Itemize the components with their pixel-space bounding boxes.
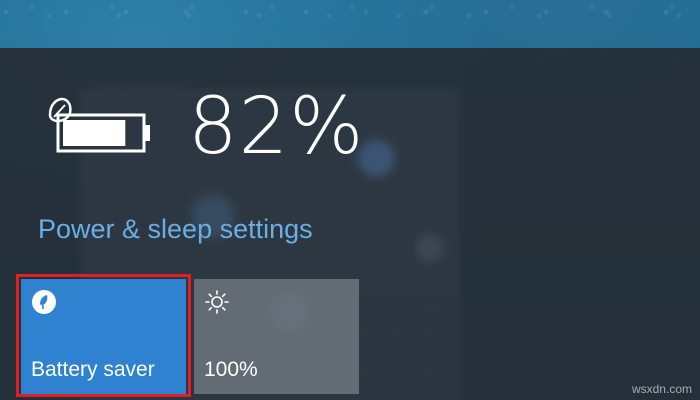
battery-status: 82% xyxy=(44,88,364,166)
leaf-icon xyxy=(32,290,56,314)
battery-saver-tile[interactable]: Battery saver xyxy=(21,279,186,394)
battery-percentage: 82% xyxy=(188,82,365,172)
brightness-tile[interactable]: 100% xyxy=(194,279,359,394)
battery-fill-level xyxy=(63,120,126,146)
battery-saver-label: Battery saver xyxy=(31,358,155,381)
watermark-text: wsxdn.com xyxy=(631,382,692,396)
power-sleep-settings-link[interactable]: Power & sleep settings xyxy=(38,214,313,245)
brightness-label: 100% xyxy=(204,358,258,381)
sun-icon xyxy=(205,290,229,314)
battery-leaf-icon xyxy=(48,97,150,153)
